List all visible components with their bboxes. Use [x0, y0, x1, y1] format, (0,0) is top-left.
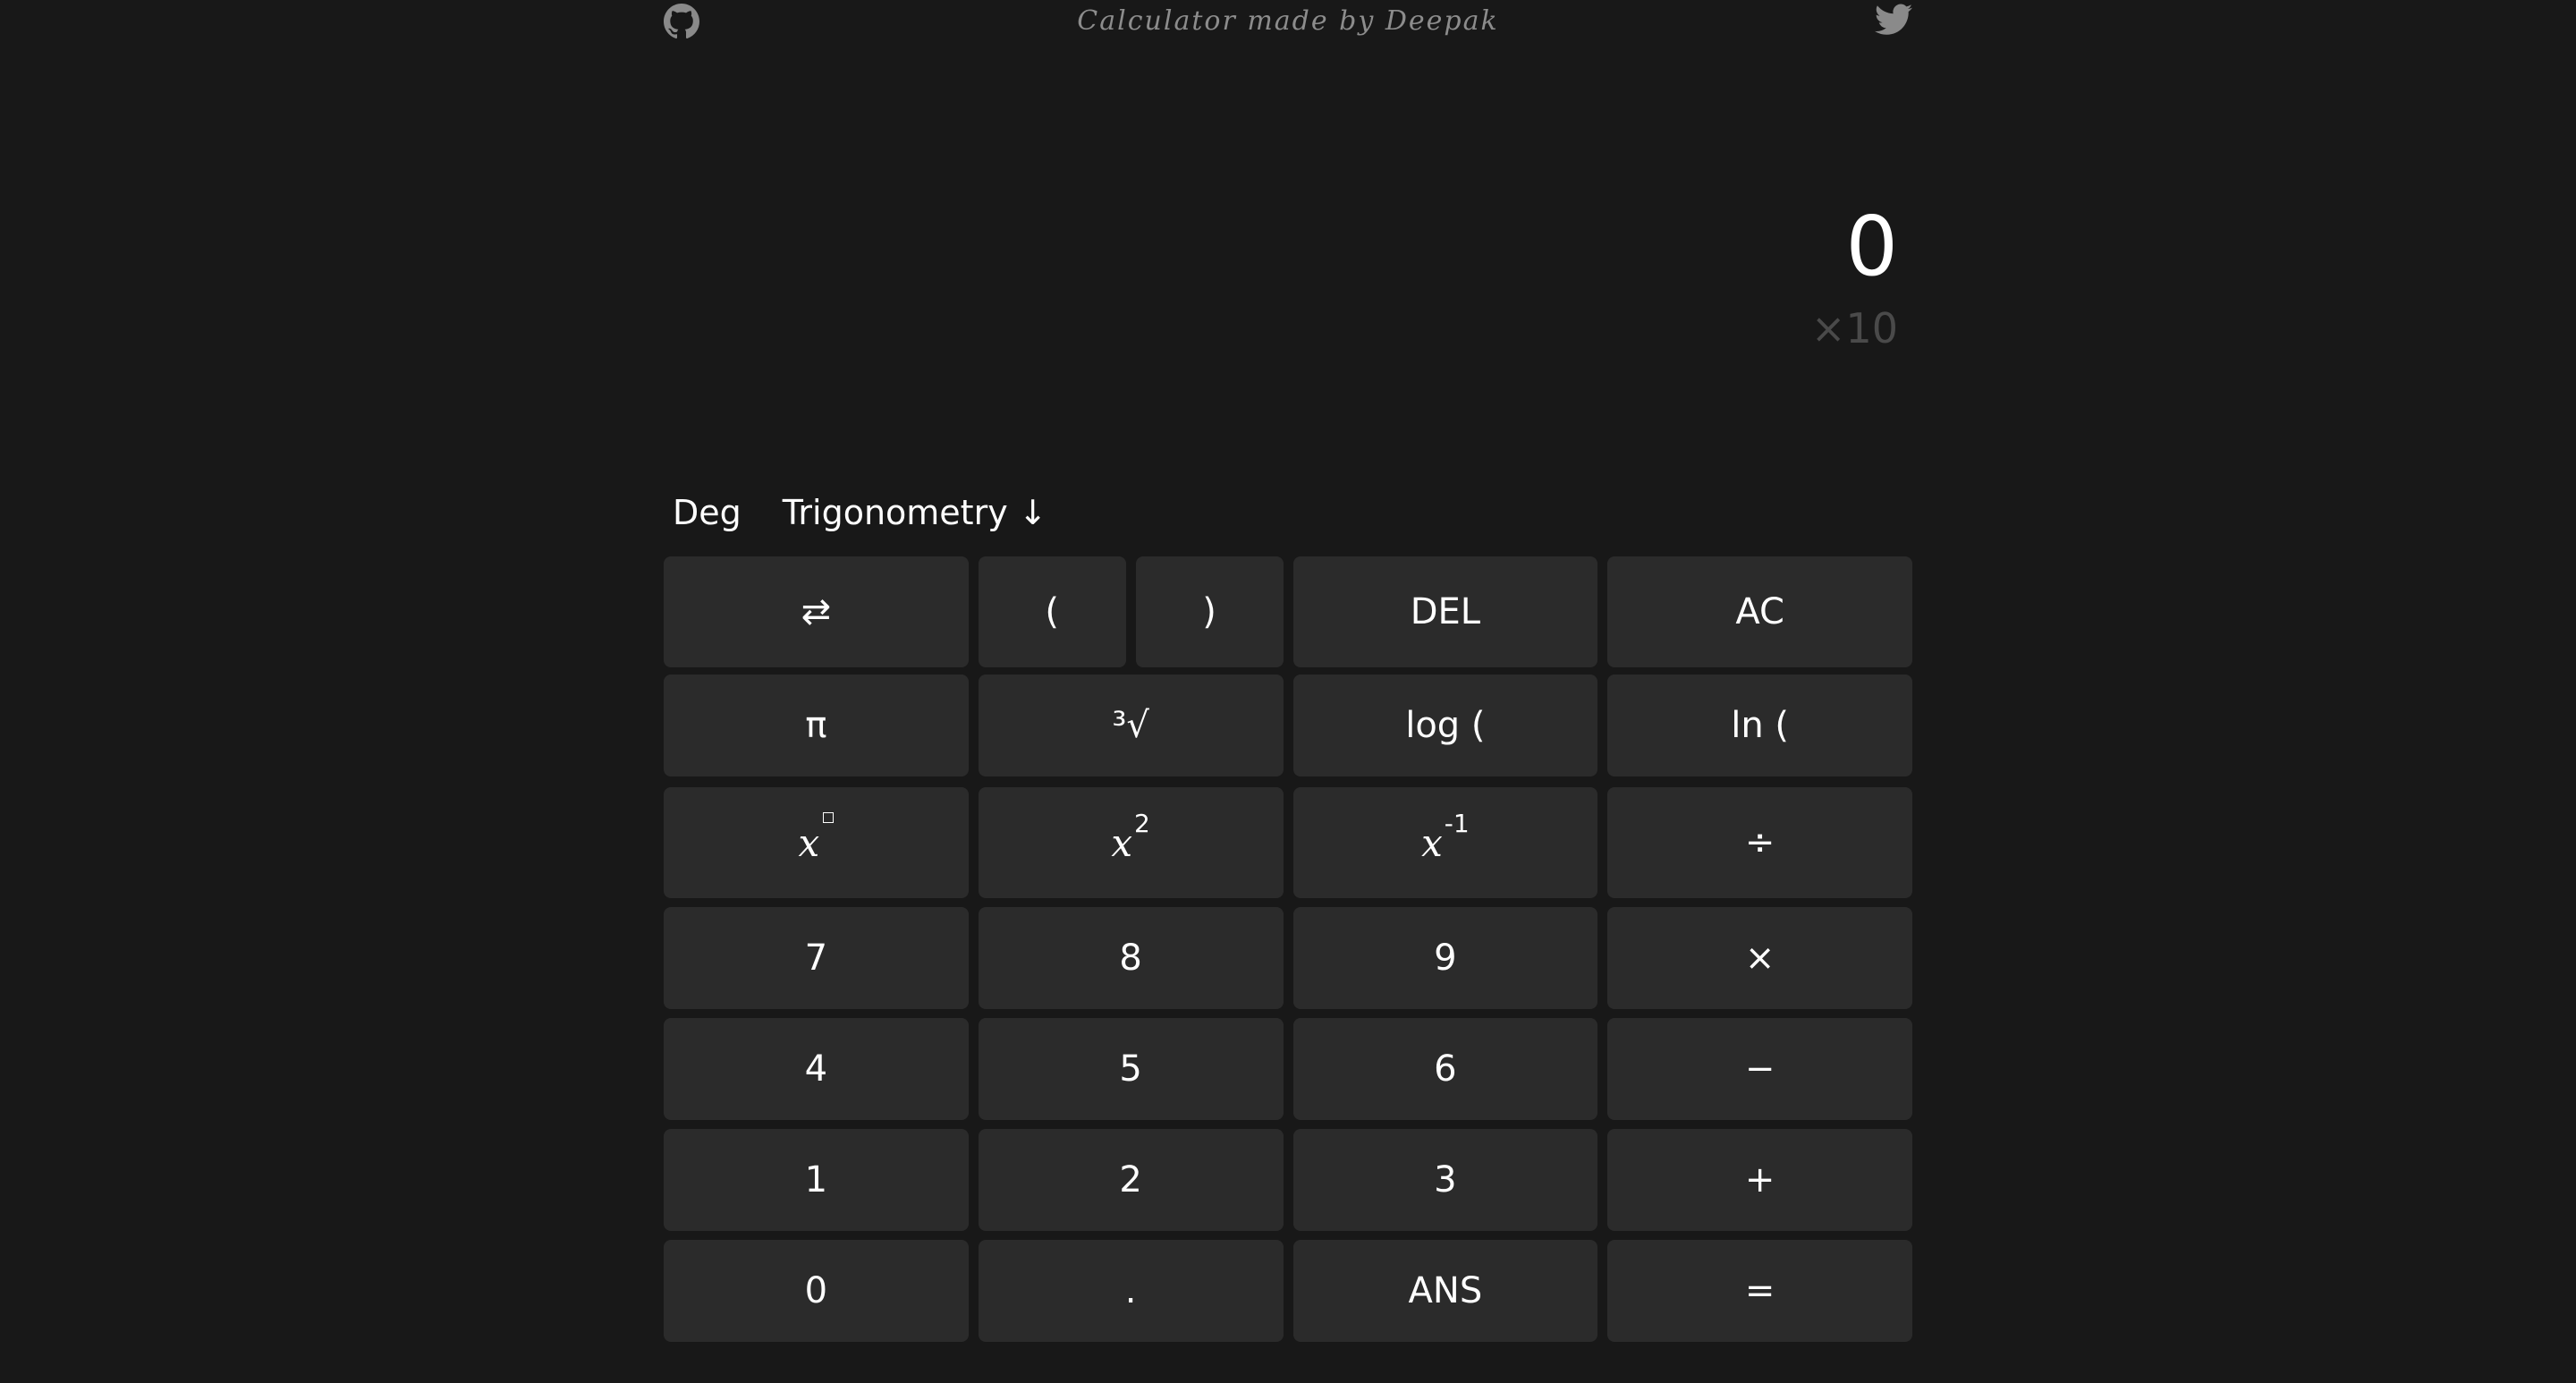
twitter-icon[interactable] [1875, 4, 1912, 36]
display-value: 0 [1845, 199, 1898, 294]
ln-button[interactable]: ln ( [1607, 675, 1912, 776]
minus-button[interactable]: − [1607, 1018, 1912, 1120]
plus-button[interactable]: + [1607, 1129, 1912, 1231]
log-button[interactable]: log ( [1292, 675, 1598, 776]
square-button[interactable]: x2 [978, 787, 1284, 898]
inverse-base: x [1421, 820, 1443, 865]
digit-4-button[interactable]: 4 [664, 1018, 969, 1120]
inverse-button[interactable]: x -1 [1292, 787, 1598, 898]
digit-7-button[interactable]: 7 [664, 907, 969, 1009]
trigonometry-menu[interactable]: Trigonometry ↓ [783, 493, 1047, 532]
multiply-button[interactable]: × [1607, 907, 1912, 1009]
power-placeholder-box [823, 812, 835, 823]
paren-pair: ( ) [978, 556, 1284, 667]
equals-button[interactable]: = [1607, 1240, 1912, 1342]
keypad-row-3: x x2 x -1 ÷ [664, 787, 1912, 898]
square-base: x [1111, 820, 1133, 865]
keypad-row-4: 7 8 9 × [664, 907, 1912, 1009]
swap-button[interactable]: ⇄ [664, 556, 969, 667]
calculator-app: Calculator made by Deepak 0 ×10 Deg Trig… [664, 0, 1912, 1383]
inverse-exponent: -1 [1444, 808, 1470, 838]
square-exponent: 2 [1134, 808, 1150, 838]
digit-5-button[interactable]: 5 [978, 1018, 1284, 1120]
cube-root-button[interactable]: ³√ [978, 675, 1284, 776]
display-exponent: ×10 [1810, 304, 1898, 352]
keypad-row-1: ⇄ ( ) DEL AC [664, 556, 1912, 667]
answer-button[interactable]: ANS [1292, 1240, 1598, 1342]
power-base: x [798, 820, 820, 865]
keypad-row-2: π ³√ log ( ln ( [664, 675, 1912, 776]
keypad-row-7: 0 . ANS = [664, 1240, 1912, 1342]
top-bar: Calculator made by Deepak [664, 0, 1912, 54]
result-display: 0 ×10 [664, 199, 1898, 353]
decimal-point-button[interactable]: . [978, 1240, 1284, 1342]
mode-bar: Deg Trigonometry ↓ [673, 488, 1047, 537]
digit-1-button[interactable]: 1 [664, 1129, 969, 1231]
right-paren-button[interactable]: ) [1135, 556, 1284, 667]
digit-3-button[interactable]: 3 [1292, 1129, 1598, 1231]
pi-button[interactable]: π [664, 675, 969, 776]
divide-button[interactable]: ÷ [1607, 787, 1912, 898]
credit-text: Calculator made by Deepak [1077, 5, 1499, 37]
delete-button[interactable]: DEL [1292, 556, 1598, 667]
digit-2-button[interactable]: 2 [978, 1129, 1284, 1231]
digit-9-button[interactable]: 9 [1292, 907, 1598, 1009]
angle-mode-toggle[interactable]: Deg [673, 493, 741, 532]
digit-6-button[interactable]: 6 [1292, 1018, 1598, 1120]
left-paren-button[interactable]: ( [978, 556, 1126, 667]
power-button[interactable]: x [664, 787, 969, 898]
keypad-row-5: 4 5 6 − [664, 1018, 1912, 1120]
digit-8-button[interactable]: 8 [978, 907, 1284, 1009]
digit-0-button[interactable]: 0 [664, 1240, 969, 1342]
all-clear-button[interactable]: AC [1607, 556, 1912, 667]
keypad-row-6: 1 2 3 + [664, 1129, 1912, 1231]
